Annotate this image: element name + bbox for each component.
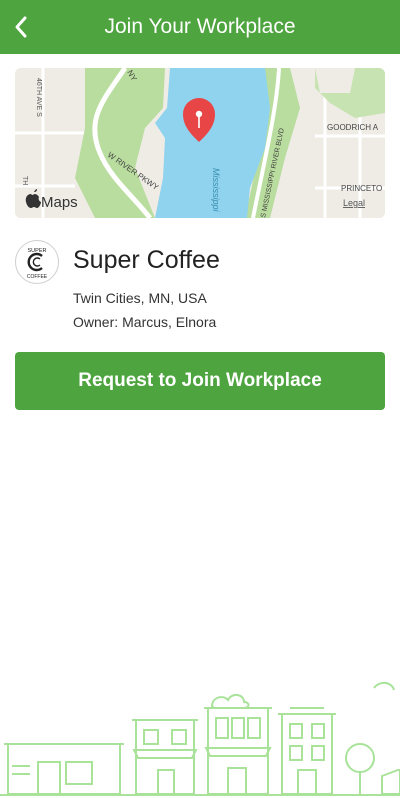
app-header: Join Your Workplace (0, 0, 400, 54)
street-label: PRINCETO (341, 184, 382, 193)
page-title: Join Your Workplace (104, 15, 296, 38)
legal-link[interactable]: Legal (343, 198, 365, 208)
street-label: 46TH AVE S (35, 78, 42, 117)
company-location: Twin Cities, MN, USA (73, 290, 207, 306)
maps-provider-label: Maps (41, 194, 78, 211)
company-name: Super Coffee (73, 246, 220, 274)
street-label: TH (21, 176, 28, 185)
owner-label: Owner: (73, 314, 119, 330)
logo-bottom-text: COFFEE (27, 274, 48, 280)
request-to-join-button[interactable]: Request to Join Workplace (15, 352, 385, 410)
city-skyline-illustration (0, 682, 400, 796)
location-map[interactable]: 46TH AVE S W RIVER PKWY S MISSISSIPPI RI… (15, 68, 385, 218)
company-owner: Owner: Marcus, Elnora (73, 314, 216, 330)
company-logo: SUPER COFFEE (15, 240, 59, 284)
owner-value: Marcus, Elnora (122, 314, 217, 330)
street-label: GOODRICH A (327, 123, 379, 132)
river-label: Mississippi (211, 168, 221, 213)
